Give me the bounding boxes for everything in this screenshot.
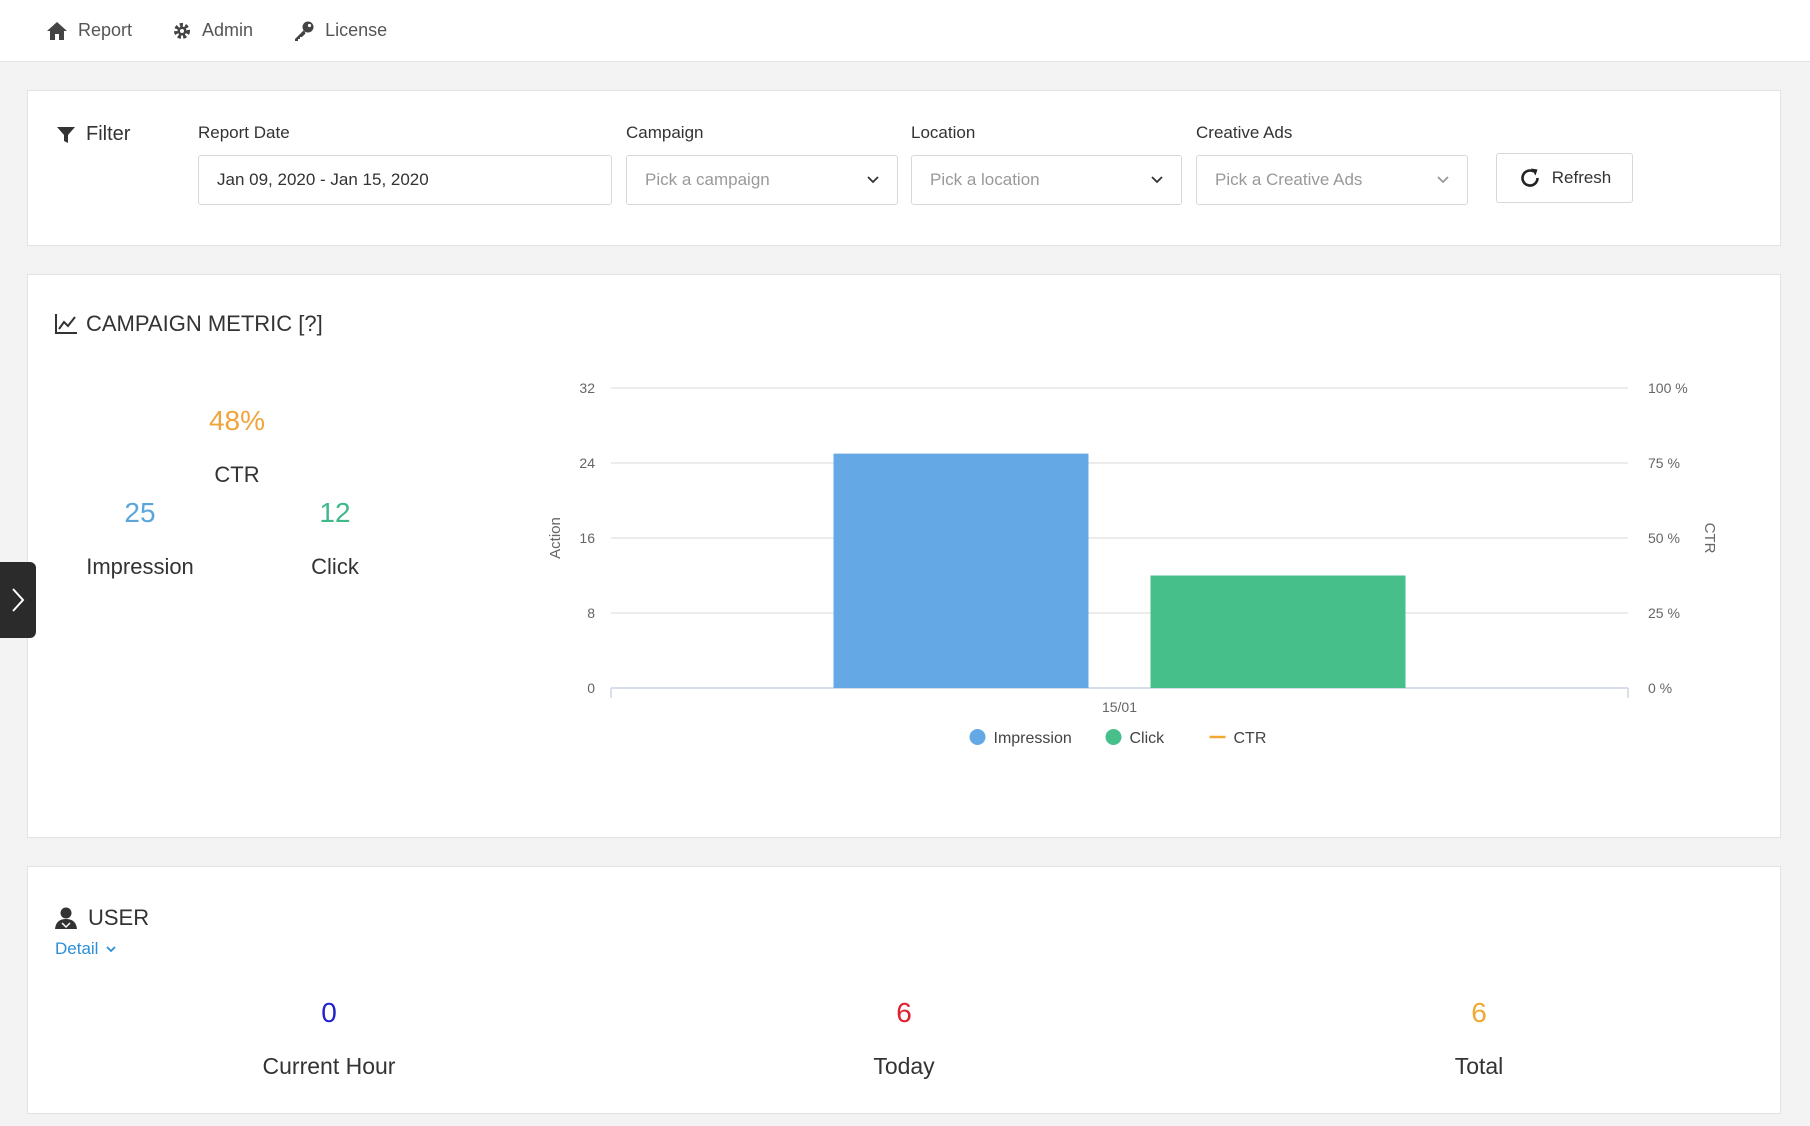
campaign-select[interactable]: Pick a campaign — [626, 155, 898, 205]
funnel-icon — [57, 126, 75, 143]
location-placeholder: Pick a location — [930, 170, 1040, 189]
refresh-label: Refresh — [1551, 168, 1612, 187]
nav-license-label: License — [325, 20, 388, 40]
creative-ads-select[interactable]: Pick a Creative Ads — [1196, 155, 1468, 205]
y-tick-label: 24 — [579, 455, 595, 471]
creative-ads-label: Creative Ads — [1196, 123, 1293, 142]
home-icon — [47, 21, 67, 40]
y-tick-label: 8 — [587, 605, 595, 621]
campaign-metric-panel: CAMPAIGN METRIC [?] 48% CTR 25 Impressio… — [27, 274, 1781, 838]
y2-tick-label: 0 % — [1648, 680, 1672, 696]
campaign-chart: 0 8 16 24 32 0 % 25 % 50 % 75 % 100 % Action CTR 15/… — [547, 380, 1718, 747]
impression-value: 25 — [124, 497, 156, 528]
y2-tick-label: 50 % — [1648, 530, 1680, 546]
y2-tick-label: 100 % — [1648, 380, 1688, 396]
y-axis-label: Action — [547, 517, 564, 559]
location-field: Location Pick a location — [911, 123, 1182, 205]
impression-label: Impression — [86, 554, 194, 579]
user-title: USER — [54, 905, 149, 931]
total-label: Total — [1454, 1053, 1504, 1079]
today-label: Today — [873, 1053, 935, 1079]
current-hour-value: 0 — [321, 997, 337, 1028]
legend-dot-click — [1105, 729, 1122, 745]
ctr-label: CTR — [214, 462, 260, 487]
click-value: 12 — [319, 497, 351, 528]
nav-license[interactable]: License — [293, 20, 387, 42]
location-select[interactable]: Pick a location — [911, 155, 1182, 205]
nav-admin-label: Admin — [202, 20, 254, 40]
key-icon — [295, 21, 314, 41]
campaign-field: Campaign Pick a campaign — [626, 123, 898, 205]
detail-link[interactable]: Detail — [55, 939, 117, 959]
filter-panel: Filter Report Date Jan 09, 2020 - Jan 15… — [27, 90, 1781, 246]
chevron-down-icon — [867, 176, 879, 184]
legend-label-impression: Impression — [994, 730, 1072, 747]
chevron-down-icon — [1437, 176, 1449, 184]
detail-label: Detail — [55, 939, 99, 958]
today-value: 6 — [896, 997, 912, 1028]
report-date-input[interactable]: Jan 09, 2020 - Jan 15, 2020 — [198, 155, 612, 205]
bar-click — [1150, 575, 1406, 688]
sidebar-toggle-button[interactable] — [0, 562, 36, 638]
line-chart-icon — [55, 314, 77, 334]
nav-admin[interactable]: Admin — [172, 20, 253, 41]
refresh-icon — [1520, 168, 1539, 187]
chevron-right-icon — [12, 588, 25, 612]
legend-label-click: Click — [1130, 730, 1166, 747]
campaign-label: Campaign — [626, 123, 704, 142]
nav-report-label: Report — [78, 20, 133, 40]
y2-axis-label: CTR — [1701, 523, 1718, 554]
refresh-button[interactable]: Refresh — [1496, 153, 1633, 203]
chevron-down-icon — [1151, 176, 1163, 184]
creative-ads-field: Creative Ads Pick a Creative Ads — [1196, 123, 1468, 205]
legend-dot-impression — [969, 729, 986, 745]
report-date-label: Report Date — [198, 123, 290, 142]
y-tick-label: 0 — [587, 680, 595, 696]
y2-tick-label: 75 % — [1648, 455, 1680, 471]
current-hour-label: Current Hour — [262, 1053, 396, 1079]
campaign-placeholder: Pick a campaign — [645, 170, 770, 189]
y2-tick-label: 25 % — [1648, 605, 1680, 621]
bar-impression — [833, 453, 1089, 688]
x-tick-label: 15/01 — [1102, 699, 1137, 715]
gear-icon — [174, 22, 191, 39]
creative-ads-placeholder: Pick a Creative Ads — [1215, 170, 1363, 189]
click-label: Click — [311, 554, 359, 579]
chevron-down-icon — [106, 945, 117, 952]
total-value: 6 — [1471, 997, 1487, 1028]
top-navigation: Report Admin License — [0, 0, 1810, 62]
user-title-label: USER — [88, 905, 150, 930]
location-label: Location — [911, 123, 976, 142]
user-icon — [55, 907, 77, 929]
y-tick-label: 16 — [579, 530, 595, 546]
ctr-value: 48% — [208, 405, 266, 436]
report-date-field: Report Date Jan 09, 2020 - Jan 15, 2020 — [198, 123, 612, 205]
y-tick-label: 32 — [579, 380, 595, 396]
campaign-metric-title: CAMPAIGN METRIC [?] — [54, 311, 323, 337]
report-date-value: Jan 09, 2020 - Jan 15, 2020 — [217, 170, 429, 189]
filter-title-label: Filter — [86, 123, 131, 145]
campaign-metric-title-label: CAMPAIGN METRIC [?] — [86, 311, 323, 336]
user-panel: USER Detail 0 Current Hour 6 Today 6 Tot… — [27, 866, 1781, 1114]
filter-title: Filter — [56, 123, 130, 146]
legend-label-ctr: CTR — [1234, 730, 1267, 747]
nav-report[interactable]: Report — [46, 20, 132, 41]
